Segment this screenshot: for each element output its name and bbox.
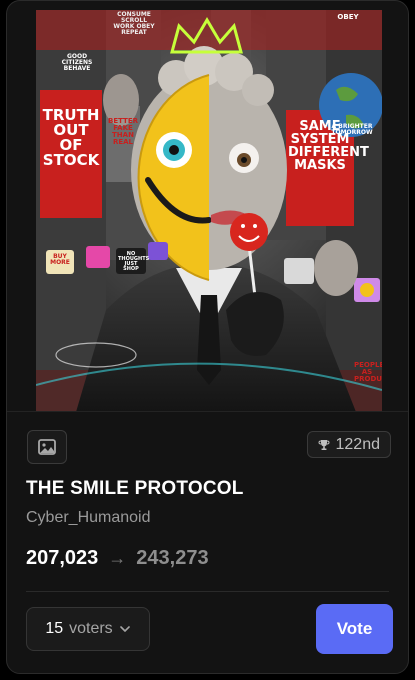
voters-dropdown[interactable]: 15 voters	[26, 607, 150, 651]
sign-consume: CONSUME SCROLL WORK OBEY REPEAT	[113, 11, 155, 36]
artwork-image[interactable]: GOOD CITIZENS BEHAVE CONSUME SCROLL WORK…	[36, 10, 382, 412]
vote-button[interactable]: Vote	[316, 604, 393, 654]
votes-current: 207,023	[26, 547, 99, 569]
chevron-down-icon	[119, 626, 130, 632]
sign-truth-out-of-stock: TRUTH OUT OF STOCK	[42, 106, 100, 169]
voters-label: voters	[69, 620, 113, 637]
sign-better-fake: BETTER FAKE THAN REAL	[108, 117, 138, 146]
creator-name[interactable]: Cyber_Humanoid	[26, 509, 151, 527]
voters-count: 15	[45, 620, 64, 637]
sign-brighter-tomorrow: A BRIGHTER TOMORROW	[331, 123, 373, 136]
footer-divider	[26, 591, 389, 592]
sign-no-thoughts: NO THOUGHTS JUST SHOP	[118, 251, 150, 272]
image-icon	[38, 439, 56, 455]
rank-badge: 122nd	[306, 431, 391, 458]
rank-label: 122nd	[335, 435, 381, 453]
sign-buy-more: BUY MORE	[50, 253, 70, 266]
sign-good-citizens: GOOD CITIZENS BEHAVE	[61, 53, 93, 72]
trophy-icon	[317, 439, 330, 450]
votes-row: 207,023 → 243,273	[26, 547, 209, 570]
media-type-button[interactable]	[27, 430, 67, 464]
artwork-divider	[7, 411, 408, 412]
sign-people-products: PEOPLE AS PRODUCTS	[354, 361, 382, 383]
votes-next: 243,273	[136, 547, 209, 569]
sign-obey: OBEY	[337, 13, 359, 21]
nft-card: GOOD CITIZENS BEHAVE CONSUME SCROLL WORK…	[6, 0, 409, 674]
artwork-title: THE SMILE PROTOCOL	[26, 478, 244, 499]
arrow-right-icon: →	[108, 548, 127, 568]
